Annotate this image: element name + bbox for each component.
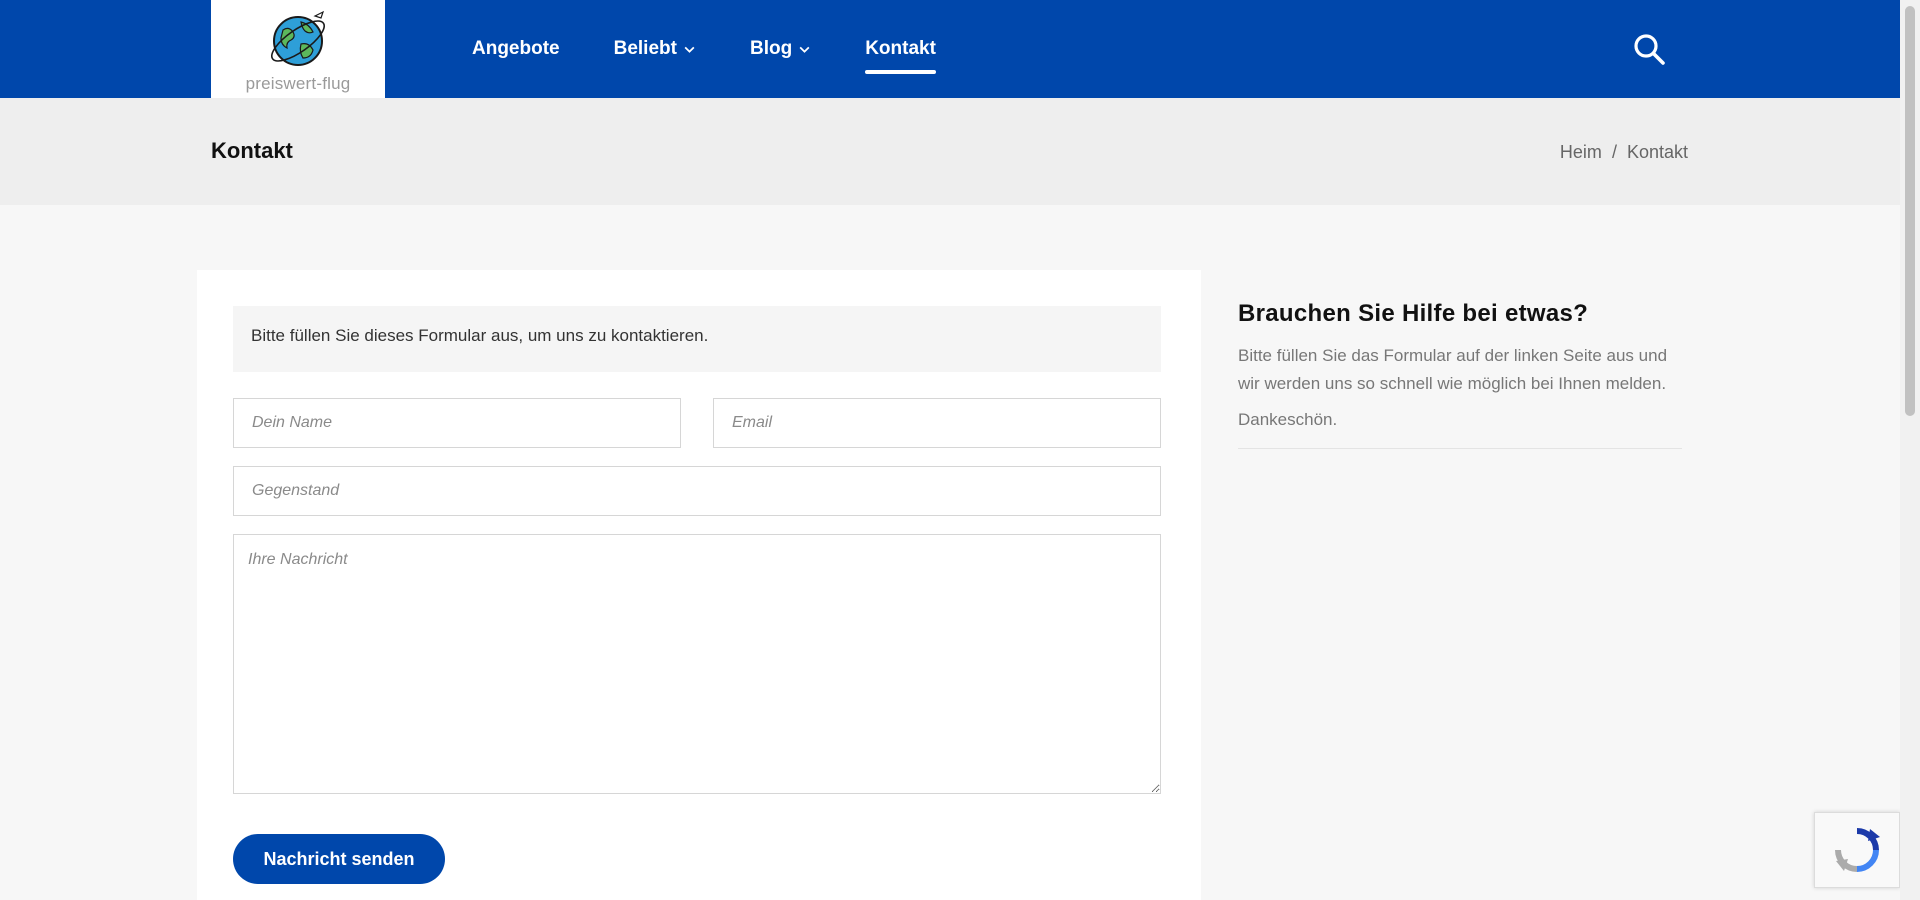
chevron-down-icon [684,46,695,53]
send-message-button[interactable]: Nachricht senden [233,834,445,884]
sidebar-title: Brauchen Sie Hilfe bei etwas? [1238,300,1589,327]
nav-item-angebote[interactable]: Angebote [472,0,560,98]
sidebar-text: Bitte füllen Sie das Formular auf der li… [1238,346,1668,393]
scrollbar-thumb[interactable] [1905,6,1915,416]
name-field[interactable] [233,398,681,448]
message-textarea[interactable] [233,534,1161,794]
contact-form-card: Bitte füllen Sie dieses Formular aus, um… [197,270,1201,900]
main-nav: Angebote Beliebt Blog Kontakt [472,0,936,98]
site-logo[interactable]: preiswert-flug [211,0,385,100]
page-title-band: Kontakt Heim / Kontakt [0,98,1900,205]
globe-airplane-icon [271,10,325,66]
page-scrollbar[interactable] [1900,0,1920,900]
search-icon[interactable] [1632,32,1666,66]
breadcrumb-home-link[interactable]: Heim [1560,142,1602,163]
recaptcha-badge[interactable] [1814,812,1900,888]
nav-item-label: Blog [749,38,793,59]
nav-item-beliebt[interactable]: Beliebt [614,0,696,98]
logo-text: preiswert-flug [245,74,351,93]
nav-item-kontakt[interactable]: Kontakt [865,0,936,98]
chevron-down-icon [799,46,810,53]
form-intro: Bitte füllen Sie dieses Formular aus, um… [233,306,1161,372]
nav-item-label: Angebote [472,38,560,59]
page: preiswert-flug Angebote Beliebt Blog Kon… [0,0,1920,900]
site-header: preiswert-flug Angebote Beliebt Blog Kon… [0,0,1900,100]
breadcrumb-separator: / [1611,142,1617,162]
nav-item-blog[interactable]: Blog [750,0,811,98]
breadcrumb: Heim / Kontakt [1560,142,1688,163]
breadcrumb-current: Kontakt [1626,142,1688,162]
sidebar-thanks: Dankeschön. [1238,410,1338,429]
sidebar-divider [1238,448,1682,449]
subject-field[interactable] [233,466,1161,516]
nav-item-label: Kontakt [865,38,936,59]
page-title: Kontakt [211,138,293,163]
recaptcha-icon [1835,828,1880,872]
nav-item-label: Beliebt [613,38,677,59]
help-sidebar: Brauchen Sie Hilfe bei etwas? Bitte füll… [1238,300,1682,449]
email-field[interactable] [713,398,1161,448]
